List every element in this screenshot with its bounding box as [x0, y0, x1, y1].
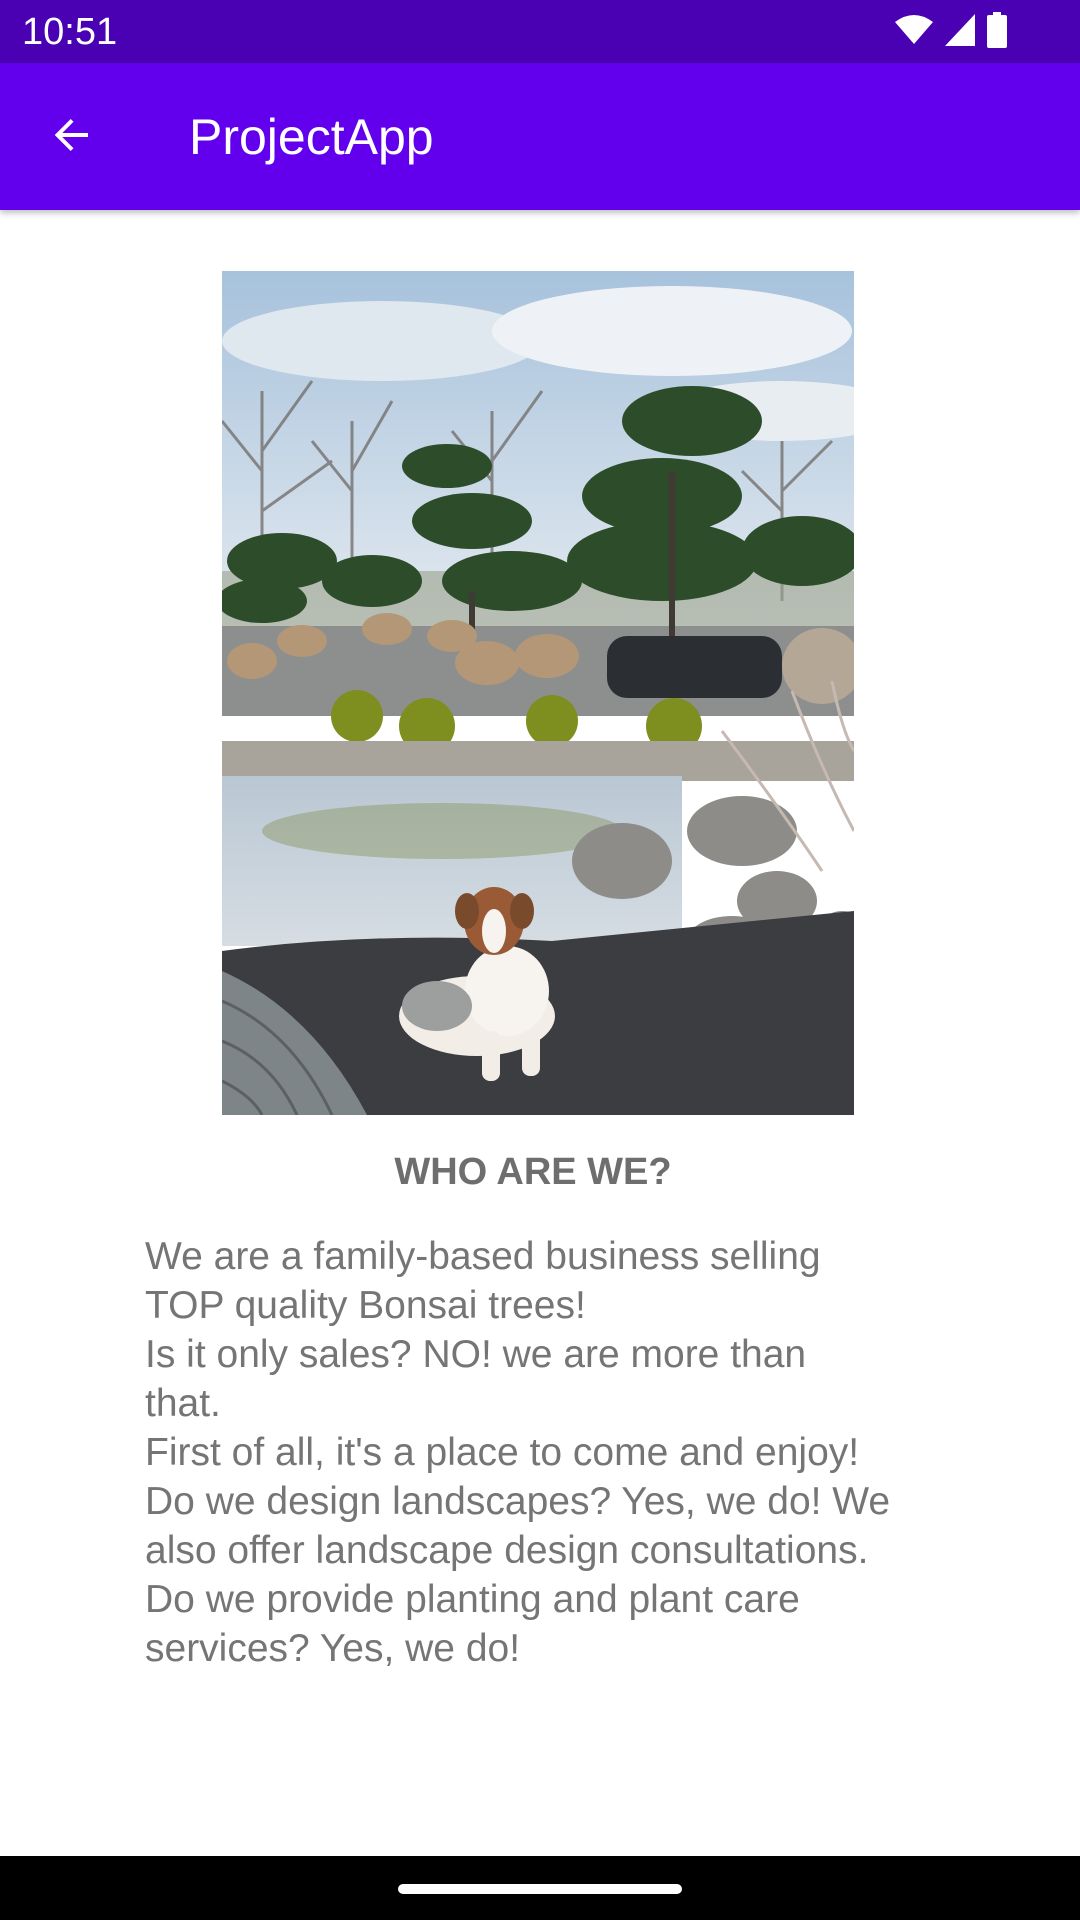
back-button[interactable] [36, 101, 108, 173]
wifi-icon [894, 14, 934, 51]
home-gesture-handle[interactable] [398, 1884, 682, 1894]
status-time: 10:51 [22, 11, 118, 53]
arrow-back-icon [48, 111, 96, 164]
app-title: ProjectApp [189, 109, 434, 165]
signal-icon [944, 13, 976, 52]
status-icons [894, 11, 1008, 53]
about-text: We are a family-based business selling T… [145, 1235, 891, 1670]
screen: 10:51 ProjectApp WHO ARE WE? We are a fa… [0, 0, 1080, 1920]
app-bar: ProjectApp [0, 63, 1080, 210]
bonsai-garden-photo [222, 271, 854, 1115]
section-heading: WHO ARE WE? [394, 1151, 672, 1193]
status-bar: 10:51 [0, 0, 1080, 63]
battery-icon [986, 11, 1008, 53]
